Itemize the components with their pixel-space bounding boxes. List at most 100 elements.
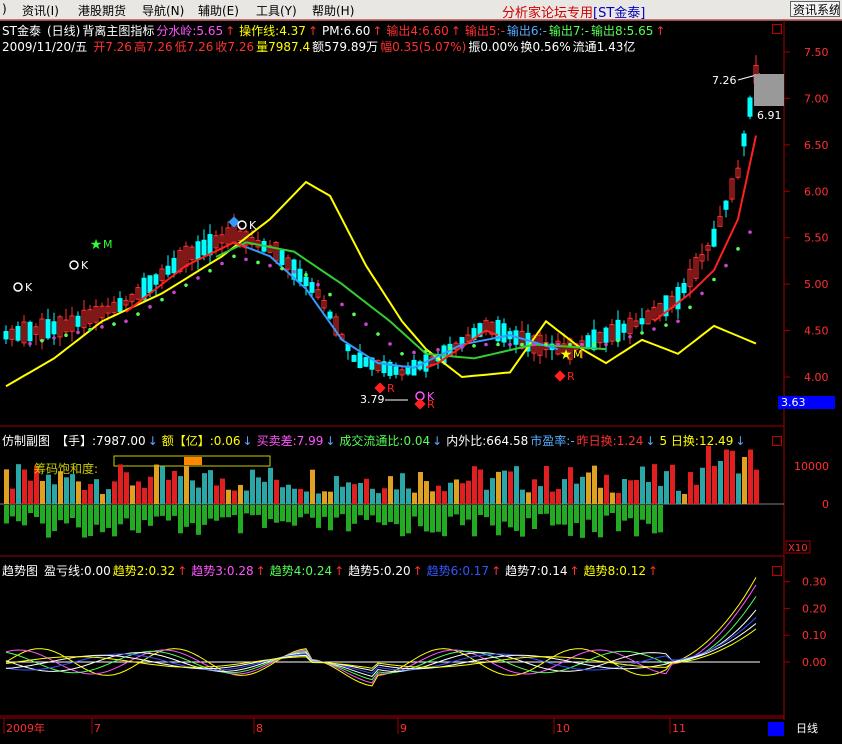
sub1-up-bar — [256, 477, 261, 504]
sub1-down-bar — [172, 505, 177, 516]
sub1-up-bar — [484, 489, 489, 504]
sub1-down-bar — [340, 505, 345, 515]
sub1-up-bar — [238, 484, 243, 504]
frame — [0, 52, 784, 53]
sub1-up-bar — [376, 493, 381, 504]
sub1-up-bar — [688, 472, 693, 504]
sub1-up-bar — [10, 488, 15, 504]
sub1-up-bar — [598, 487, 603, 504]
sub1-up-bar — [292, 488, 297, 504]
sub1-up-bar — [358, 482, 363, 504]
sub1-up-bar — [244, 490, 249, 504]
sub1-toggle-square[interactable] — [772, 436, 782, 446]
ma-dot — [40, 338, 44, 343]
sub1-up-bar — [346, 482, 351, 504]
ma-dot — [568, 342, 572, 347]
sub1-value: ↓ — [735, 434, 746, 448]
sub1-down-bar — [472, 505, 477, 537]
sub1-up-bar — [664, 471, 669, 504]
sub1-up-bar — [424, 481, 429, 504]
sub1-up-bar — [118, 464, 123, 504]
ma-dot — [688, 305, 692, 310]
sub1-down-bar — [514, 505, 519, 531]
sub1-down-bar — [304, 505, 309, 514]
ma-dot — [316, 282, 320, 287]
sub1-up-bar — [640, 466, 645, 504]
price-tick-label: 6.00 — [804, 185, 829, 198]
ma-dot — [268, 263, 272, 268]
ma-dot — [88, 327, 92, 332]
sub1-down-bar — [496, 505, 501, 536]
sub1-down-bar — [280, 505, 285, 522]
ma-dot — [448, 346, 452, 351]
sub1-down-bar — [262, 505, 267, 528]
sub2-value: ↑ — [648, 564, 659, 578]
sub1-up-bar — [700, 467, 705, 504]
sub1-up-bar — [466, 480, 471, 504]
sub1-value: ↓ — [645, 434, 656, 448]
sub1-down-bar — [220, 505, 225, 518]
sub2-axis-label: 0.30 — [802, 576, 827, 589]
ma-dot — [328, 292, 332, 297]
sub1-down-bar — [256, 505, 261, 515]
sub2-value: 趋势5:0.20 — [348, 564, 411, 578]
sub1-down-bar — [226, 505, 231, 518]
sub1-axis-label: 0 — [822, 498, 829, 511]
sub1-up-bar — [220, 478, 225, 504]
sub1-down-bar — [310, 505, 315, 518]
sub1-up-bar — [268, 467, 273, 504]
candle-body — [363, 357, 369, 367]
buy-signal — [237, 220, 247, 230]
sub2-toggle-square[interactable] — [772, 566, 782, 576]
candle-body — [147, 275, 153, 294]
ma-dot — [628, 334, 632, 339]
sub1-up-bar — [40, 480, 45, 504]
sub1-value: 5 日换:12.49 — [659, 434, 734, 448]
sub1-up-bar — [250, 469, 255, 504]
sub1-down-bar — [316, 505, 321, 528]
sub1-down-bar — [40, 505, 45, 524]
time-axis-label: 11 — [672, 722, 686, 735]
time-axis-label: 9 — [400, 722, 407, 735]
ma-dot — [172, 290, 176, 295]
sub1-up-bar — [412, 492, 417, 504]
sub1-down-bar — [232, 505, 237, 516]
candle-body — [591, 329, 597, 351]
ma-dot — [280, 266, 284, 271]
ma-dot — [592, 342, 596, 347]
ma-dot — [472, 344, 476, 348]
ma-dot — [112, 322, 116, 326]
sell-signal — [374, 382, 386, 394]
ma-dot — [460, 345, 464, 349]
sub1-up-bar — [628, 480, 633, 504]
sub1-up-bar — [364, 478, 369, 504]
sub2-value: ↑ — [255, 564, 266, 578]
sub1-down-bar — [4, 505, 9, 524]
sub1-up-bar — [610, 492, 615, 504]
sub1-down-bar — [208, 505, 213, 519]
ma-dot — [520, 342, 524, 347]
ma-dot — [232, 254, 236, 259]
sub1-down-bar — [424, 505, 429, 532]
sub1-up-bar — [706, 445, 711, 504]
ma-dot — [388, 342, 392, 346]
time-axis-label: 10 — [556, 722, 570, 735]
sub1-up-bar — [550, 491, 555, 504]
sub1-up-bar — [490, 478, 495, 504]
sub1-down-bar — [274, 505, 279, 523]
sub1-up-bar — [112, 481, 117, 504]
sub1-up-bar — [658, 485, 663, 504]
sub1-down-bar — [154, 505, 159, 517]
sub1-up-bar — [202, 473, 207, 504]
sub1-down-bar — [598, 505, 603, 538]
sub1-down-bar — [532, 505, 537, 530]
sub2-value: ↑ — [569, 564, 580, 578]
sub1-up-bar — [340, 486, 345, 504]
sub1-up-bar — [298, 488, 303, 504]
sub1-down-bar — [298, 505, 303, 518]
sub1-down-bar — [214, 505, 219, 521]
sub1-down-bar — [292, 505, 297, 526]
ma-dot — [76, 330, 80, 335]
candle-body — [501, 323, 507, 343]
candle-body — [303, 276, 309, 287]
